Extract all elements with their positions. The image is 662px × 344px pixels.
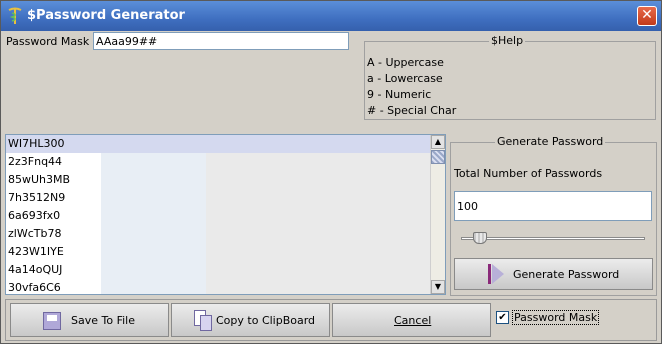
- list-item[interactable]: 2z3Fnq44: [8, 153, 62, 171]
- password-mask-checkbox-label[interactable]: Password Mask: [512, 310, 600, 325]
- help-line-uppercase: A - Uppercase: [367, 56, 444, 69]
- list-scrollbar[interactable]: ▲ ▼: [430, 135, 445, 294]
- list-item[interactable]: 30vfa6C6: [8, 279, 61, 294]
- total-passwords-label: Total Number of Passwords: [454, 167, 603, 180]
- password-count-input[interactable]: [454, 191, 652, 221]
- copy-to-clipboard-button[interactable]: Copy to ClipBoard: [171, 303, 330, 337]
- generate-button-label: Generate Password: [513, 268, 620, 281]
- password-generator-window: $Password Generator ✕ Password Mask $Hel…: [0, 0, 662, 344]
- save-button-label: Save To File: [71, 314, 135, 327]
- list-item[interactable]: 4a14oQUJ: [8, 261, 62, 279]
- help-title: $Help: [489, 34, 526, 47]
- title-bar[interactable]: $Password Generator ✕: [1, 1, 661, 31]
- cancel-button-label: Cancel: [394, 314, 432, 327]
- help-line-numeric: 9 - Numeric: [367, 88, 432, 101]
- play-icon-arrow: [492, 264, 504, 284]
- help-line-lowercase: a - Lowercase: [367, 72, 443, 85]
- close-button[interactable]: ✕: [637, 6, 657, 26]
- clipboard-copy-icon-back: [200, 315, 212, 331]
- count-slider[interactable]: [461, 237, 645, 240]
- list-item[interactable]: 423W1IYE: [8, 243, 64, 261]
- count-slider-thumb[interactable]: [473, 232, 487, 244]
- save-to-file-button[interactable]: Save To File: [10, 303, 169, 337]
- help-line-special: # - Special Char: [367, 104, 457, 117]
- list-item[interactable]: 7h3512N9: [8, 189, 65, 207]
- checkbox-check-icon[interactable]: ✔: [496, 311, 509, 324]
- password-mask-input[interactable]: [93, 32, 349, 50]
- list-item[interactable]: zlWcTb78: [8, 225, 61, 243]
- cancel-button[interactable]: Cancel: [332, 303, 491, 337]
- generate-password-group: Generate Password Total Number of Passwo…: [450, 135, 657, 296]
- caduceus-icon: [8, 7, 22, 24]
- scroll-up-icon[interactable]: ▲: [431, 135, 445, 149]
- list-item[interactable]: 6a693fx0: [8, 207, 60, 225]
- scroll-thumb[interactable]: [431, 150, 445, 164]
- play-icon: [488, 264, 491, 284]
- password-list[interactable]: WI7HL300 2z3Fnq44 85wUh3MB 7h3512N9 6a69…: [5, 134, 446, 295]
- selected-row-highlight: [6, 135, 432, 153]
- list-column-shade: [206, 135, 432, 294]
- close-icon: ✕: [641, 7, 653, 23]
- copy-button-label: Copy to ClipBoard: [216, 314, 316, 327]
- list-item[interactable]: 85wUh3MB: [8, 171, 70, 189]
- generate-group-title: Generate Password: [495, 135, 606, 148]
- scroll-down-icon[interactable]: ▼: [431, 280, 445, 294]
- help-group: $Help A - Uppercase a - Lowercase 9 - Nu…: [364, 34, 656, 120]
- floppy-disk-icon: [43, 312, 61, 330]
- list-column-shade: [101, 135, 206, 294]
- password-mask-label: Password Mask: [6, 35, 90, 48]
- list-item[interactable]: WI7HL300: [8, 135, 65, 153]
- window-title: $Password Generator: [27, 8, 185, 23]
- generate-password-button[interactable]: Generate Password: [454, 258, 653, 290]
